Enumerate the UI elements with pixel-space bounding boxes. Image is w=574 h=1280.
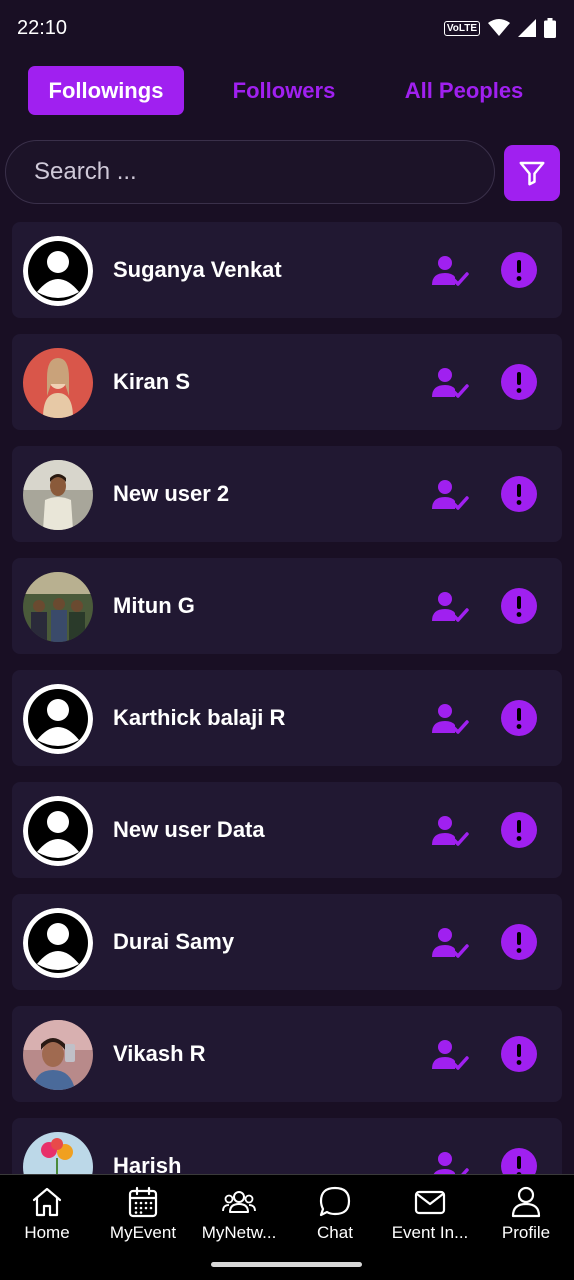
- signal-icon: [518, 19, 536, 37]
- following-check-icon[interactable]: [430, 477, 470, 513]
- tab-bar: Followings Followers All Peoples: [0, 66, 574, 116]
- profile-photo: [23, 1020, 93, 1090]
- tab-followers[interactable]: Followers: [206, 66, 362, 115]
- person-card[interactable]: Vikash R: [12, 1006, 562, 1102]
- report-icon[interactable]: [501, 700, 537, 736]
- status-icons: VoLTE: [443, 18, 556, 38]
- nav-chat[interactable]: Chat: [289, 1185, 381, 1247]
- following-check-icon[interactable]: [430, 1037, 470, 1073]
- nav-label: Home: [24, 1223, 70, 1242]
- default-avatar-icon: [23, 236, 93, 306]
- mail-icon: [414, 1190, 446, 1215]
- filter-icon: [519, 161, 545, 186]
- person-card[interactable]: Kiran S: [12, 334, 562, 430]
- nav-home[interactable]: Home: [1, 1185, 93, 1247]
- nav-profile[interactable]: Profile: [480, 1185, 572, 1247]
- person-card[interactable]: Durai Samy: [12, 894, 562, 990]
- report-icon[interactable]: [501, 812, 537, 848]
- default-avatar-icon: [23, 684, 93, 754]
- calendar-icon: [128, 1186, 158, 1218]
- filter-button[interactable]: [504, 145, 560, 201]
- person-card[interactable]: Suganya Venkat: [12, 222, 562, 318]
- nav-mynetwork[interactable]: MyNetw...: [193, 1185, 285, 1247]
- nav-label: MyNetw...: [201, 1223, 277, 1242]
- person-card[interactable]: Karthick balaji R: [12, 670, 562, 766]
- report-icon[interactable]: [501, 476, 537, 512]
- volte-badge: VoLTE: [443, 20, 480, 36]
- nav-myevent[interactable]: MyEvent: [97, 1185, 189, 1247]
- battery-icon: [544, 18, 556, 38]
- search-row: [5, 140, 561, 204]
- profile-photo: [23, 348, 93, 418]
- nav-event-invites[interactable]: Event In...: [384, 1185, 476, 1247]
- following-check-icon[interactable]: [430, 813, 470, 849]
- report-icon[interactable]: [501, 588, 537, 624]
- person-card[interactable]: New user 2: [12, 446, 562, 542]
- nav-label: MyEvent: [109, 1223, 177, 1242]
- following-check-icon[interactable]: [430, 925, 470, 961]
- person-name: Karthick balaji R: [113, 705, 286, 730]
- report-icon[interactable]: [501, 924, 537, 960]
- person-name: Durai Samy: [113, 929, 235, 954]
- person-name: Suganya Venkat: [113, 257, 282, 282]
- report-icon[interactable]: [501, 364, 537, 400]
- profile-photo: [23, 460, 93, 530]
- home-icon: [32, 1187, 62, 1217]
- person-name: Kiran S: [113, 369, 191, 394]
- person-name: New user 2: [113, 481, 230, 506]
- report-icon[interactable]: [501, 1036, 537, 1072]
- person-name: New user Data: [113, 817, 265, 842]
- nav-label: Event In...: [391, 1223, 469, 1242]
- people-icon: [222, 1191, 256, 1213]
- tab-followings[interactable]: Followings: [28, 66, 184, 115]
- chat-icon: [319, 1186, 351, 1217]
- default-avatar-icon: [23, 908, 93, 978]
- search-input[interactable]: [5, 140, 495, 204]
- bottom-nav: Home MyEvent MyNetw... Chat Event In... …: [0, 1174, 574, 1280]
- person-name: Mitun G: [113, 593, 195, 618]
- profile-photo: [23, 572, 93, 642]
- wifi-icon: [488, 19, 510, 36]
- person-name: Vikash R: [113, 1041, 206, 1066]
- nav-label: Profile: [501, 1223, 551, 1242]
- tab-all-peoples[interactable]: All Peoples: [386, 66, 542, 115]
- user-icon: [511, 1186, 541, 1218]
- report-icon[interactable]: [501, 252, 537, 288]
- following-check-icon[interactable]: [430, 589, 470, 625]
- default-avatar-icon: [23, 796, 93, 866]
- following-check-icon[interactable]: [430, 365, 470, 401]
- status-time: 22:10: [17, 16, 68, 39]
- person-card[interactable]: Mitun G: [12, 558, 562, 654]
- person-card[interactable]: New user Data: [12, 782, 562, 878]
- following-check-icon[interactable]: [430, 701, 470, 737]
- following-check-icon[interactable]: [430, 253, 470, 289]
- status-bar: 22:10 VoLTE: [0, 0, 574, 56]
- home-indicator[interactable]: [211, 1262, 362, 1267]
- nav-label: Chat: [317, 1223, 353, 1242]
